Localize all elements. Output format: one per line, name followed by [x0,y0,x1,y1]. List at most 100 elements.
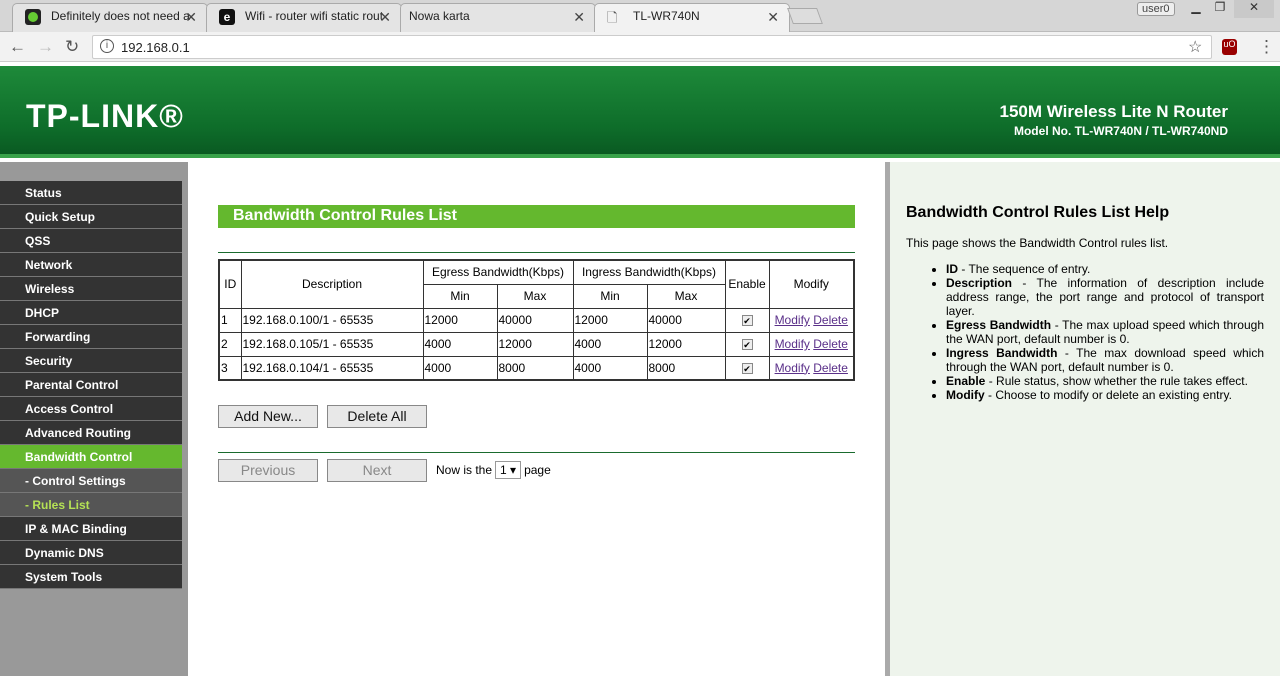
menu-icon[interactable]: ⋮ [1258,37,1275,57]
help-item: Ingress Bandwidth - The max download spe… [946,346,1264,374]
pager-suffix: page [524,463,551,477]
close-tab-icon[interactable]: ✕ [573,9,585,26]
cell-id: 3 [218,355,242,381]
cell-ingress-min: 4000 [572,355,648,381]
tab-2[interactable]: e Wifi - router wifi static rout ✕ [206,3,402,32]
product-name: 150M Wireless Lite N Router [999,102,1228,121]
tab-title: Wifi - router wifi static rout [245,9,384,23]
divider [218,252,855,253]
minimize-icon[interactable]: ▁ [1184,0,1208,18]
add-new-button[interactable]: Add New... [218,405,318,428]
info-icon[interactable]: i [100,39,114,53]
cell-egress-max: 8000 [496,355,574,381]
sidebar-item[interactable]: - Control Settings [0,469,182,493]
col-ingress-max: Max [646,283,726,309]
tab-3[interactable]: Nowa karta ✕ [400,3,596,32]
sidebar: Status Quick Setup QSS Network Wireless DHCP F… [0,162,188,676]
pager: Now is the 1 ▾ page [436,461,551,479]
restore-icon[interactable]: ❐ [1208,0,1232,18]
profile-button[interactable]: user0 [1137,2,1175,16]
delete-all-button[interactable]: Delete All [327,405,427,428]
page-select[interactable]: 1 ▾ [495,461,522,479]
table-row: 1 192.168.0.100/1 - 65535 12000 40000 12000 4… [218,307,855,333]
cell-modify: Modify Delete [768,331,855,357]
green-circle-icon [25,9,41,25]
ublock-icon[interactable]: uO [1222,39,1237,55]
help-panel: Bandwidth Control Rules List Help This p… [890,162,1280,676]
sidebar-item[interactable]: Quick Setup [0,205,182,229]
help-list: ID - The sequence of entry.Description -… [946,262,1264,402]
delete-link[interactable]: Delete [813,361,848,375]
close-tab-icon[interactable]: ✕ [185,9,197,26]
col-description: Description [240,259,424,309]
forward-icon[interactable]: → [37,37,54,57]
new-tab-button[interactable] [787,8,823,24]
sidebar-item[interactable]: Forwarding [0,325,182,349]
cell-ingress-max: 40000 [646,307,726,333]
help-text: - Rule status, show whether the rule tak… [985,374,1248,388]
table-row: 3 192.168.0.104/1 - 65535 4000 8000 4000 8000… [218,355,855,381]
sidebar-item[interactable]: Network [0,253,182,277]
enable-checkbox[interactable]: ✔ [741,362,753,374]
cell-enable: ✔ [724,307,770,333]
sidebar-item[interactable]: System Tools [0,565,182,589]
pager-label: Now is the [436,463,493,477]
modify-link[interactable]: Modify [775,313,810,327]
delete-link[interactable]: Delete [813,337,848,351]
previous-button[interactable]: Previous [218,459,318,482]
page-icon: 🗋 [607,10,618,25]
cell-description: 192.168.0.105/1 - 65535 [240,331,424,357]
cell-modify: Modify Delete [768,355,855,381]
help-item: ID - The sequence of entry. [946,262,1264,276]
close-window-icon[interactable]: ✕ [1234,0,1274,18]
url-input[interactable]: 192.168.0.1 [92,35,1212,59]
sidebar-item[interactable]: Wireless [0,277,182,301]
star-icon[interactable]: ☆ [1188,37,1202,57]
modify-link[interactable]: Modify [775,337,810,351]
sidebar-item[interactable]: Security [0,349,182,373]
main-content: Bandwidth Control Rules List ID Descript… [188,162,885,676]
enable-checkbox[interactable]: ✔ [741,315,753,326]
model-number: Model No. TL-WR740N / TL-WR740ND [1013,124,1228,138]
cell-enable: ✔ [724,355,770,381]
reload-icon[interactable]: ↻ [65,37,79,57]
tp-link-logo: TP-LINK® [26,98,184,134]
delete-link[interactable]: Delete [813,313,848,327]
sidebar-item[interactable]: Parental Control [0,373,182,397]
close-tab-icon[interactable]: ✕ [767,9,779,26]
cell-egress-min: 4000 [422,355,498,381]
help-term: Enable [946,374,986,388]
col-id: ID [218,259,242,309]
sidebar-item[interactable]: Bandwidth Control [0,445,182,469]
col-modify: Modify [768,259,855,309]
page-title: Bandwidth Control Rules List [218,205,855,228]
cell-id: 1 [218,307,242,333]
sidebar-item[interactable]: Dynamic DNS [0,541,182,565]
tab-1[interactable]: Definitely does not need a ✕ [12,3,208,32]
sidebar-item[interactable]: QSS [0,229,182,253]
sidebar-item[interactable]: Status [0,181,182,205]
sidebar-item[interactable]: Advanced Routing [0,421,182,445]
help-title: Bandwidth Control Rules List Help [906,204,1170,221]
cell-enable: ✔ [724,331,770,357]
cell-egress-max: 40000 [496,307,574,333]
tab-4-active[interactable]: 🗋 TL-WR740N ✕ [594,3,790,33]
sidebar-item[interactable]: DHCP [0,301,182,325]
sidebar-item[interactable]: Access Control [0,397,182,421]
tab-title: Definitely does not need a [51,9,190,23]
divider [218,452,855,453]
help-term: Ingress Bandwidth [946,346,1058,360]
modify-link[interactable]: Modify [775,361,810,375]
close-tab-icon[interactable]: ✕ [379,9,391,26]
sidebar-item[interactable]: - Rules List [0,493,182,517]
help-item: Modify - Choose to modify or delete an e… [946,388,1264,402]
sidebar-item[interactable]: IP & MAC Binding [0,517,182,541]
cell-id: 2 [218,331,242,357]
cell-ingress-min: 4000 [572,331,648,357]
help-term: Description [946,276,1013,290]
next-button[interactable]: Next [327,459,427,482]
tab-title: TL-WR740N [633,9,700,23]
back-icon[interactable]: ← [9,37,26,57]
tab-title: Nowa karta [409,9,470,23]
enable-checkbox[interactable]: ✔ [741,339,753,350]
